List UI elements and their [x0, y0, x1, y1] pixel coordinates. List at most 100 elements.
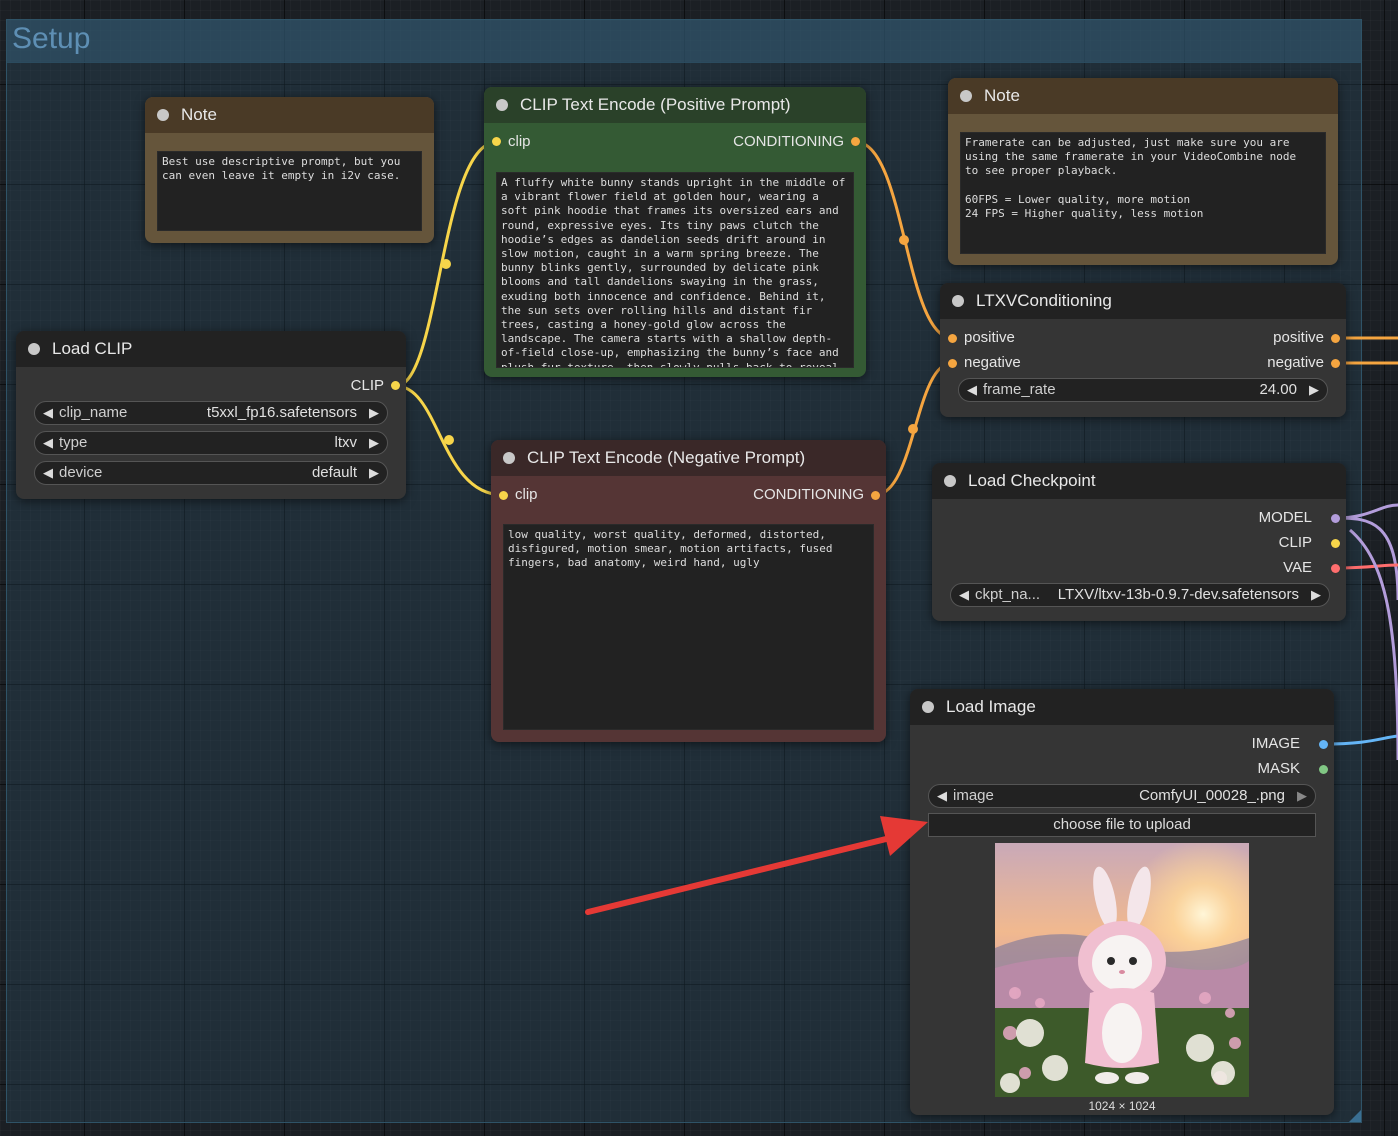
clip-output-dot[interactable]: [1331, 539, 1340, 548]
left-arrow-icon[interactable]: ◀: [43, 462, 53, 484]
node-title: Load CLIP: [52, 339, 133, 358]
right-arrow-icon[interactable]: ▶: [369, 402, 379, 424]
image-output-dot[interactable]: [1319, 740, 1328, 749]
right-arrow-icon[interactable]: ▶: [1311, 584, 1321, 606]
clip-text-encode-positive-node[interactable]: CLIP Text Encode (Positive Prompt) clip …: [484, 87, 866, 377]
collapse-dot[interactable]: [944, 475, 956, 487]
node-title-bar[interactable]: Load Image: [910, 689, 1334, 725]
model-output-dot[interactable]: [1331, 514, 1340, 523]
mask-output-dot[interactable]: [1319, 765, 1328, 774]
image-size-caption: 1024 × 1024: [1088, 1099, 1156, 1113]
group-resize-handle[interactable]: [1349, 1110, 1361, 1122]
node-title-bar[interactable]: Load Checkpoint: [932, 463, 1346, 499]
output-slot-image[interactable]: IMAGE: [1252, 733, 1300, 755]
clip-input-dot[interactable]: [499, 491, 508, 500]
left-arrow-icon[interactable]: ◀: [959, 584, 969, 606]
collapse-dot[interactable]: [496, 99, 508, 111]
widget-label: ckpt_na...: [975, 586, 1041, 603]
node-title-bar[interactable]: CLIP Text Encode (Positive Prompt): [484, 87, 866, 123]
device-combo[interactable]: ◀ device default ▶: [34, 461, 388, 485]
output-slot-vae[interactable]: VAE: [1283, 557, 1312, 579]
image-preview: [995, 843, 1249, 1097]
input-slot-positive[interactable]: positive: [964, 327, 1015, 349]
node-title: Load Checkpoint: [968, 471, 1096, 490]
node-title: CLIP Text Encode (Negative Prompt): [527, 448, 806, 467]
red-arrow-annotation: [585, 816, 928, 915]
group-title: Setup: [12, 22, 91, 55]
upload-button[interactable]: choose file to upload: [928, 813, 1316, 837]
note-text[interactable]: Best use descriptive prompt, but you can…: [157, 151, 422, 231]
output-slot-conditioning[interactable]: CONDITIONING: [753, 484, 864, 506]
node-title-bar[interactable]: Load CLIP: [16, 331, 406, 367]
clip-output-dot[interactable]: [391, 381, 400, 390]
collapse-dot[interactable]: [952, 295, 964, 307]
conditioning-output-dot[interactable]: [871, 491, 880, 500]
slot-label: negative: [964, 354, 1021, 371]
ltxv-conditioning-node[interactable]: LTXVConditioning positive negative posit…: [940, 283, 1346, 417]
slot-label: clip: [508, 133, 531, 150]
output-slot-clip[interactable]: CLIP: [351, 375, 384, 397]
ckpt-name-combo[interactable]: ◀ ckpt_na... LTXV/ltxv-13b-0.9.7-dev.saf…: [950, 583, 1330, 607]
output-slot-model[interactable]: MODEL: [1259, 507, 1312, 529]
collapse-dot[interactable]: [922, 701, 934, 713]
node-title: LTXVConditioning: [976, 291, 1112, 310]
slot-label: MODEL: [1258, 509, 1312, 526]
note-node-right[interactable]: Note Framerate can be adjusted, just mak…: [948, 78, 1338, 265]
load-checkpoint-node[interactable]: Load Checkpoint MODEL CLIP VAE ◀ ckpt_na…: [932, 463, 1346, 621]
note-text[interactable]: Framerate can be adjusted, just make sur…: [960, 132, 1326, 254]
node-title-bar[interactable]: Note: [948, 78, 1338, 114]
prompt-textarea[interactable]: A fluffy white bunny stands upright in t…: [496, 172, 854, 368]
conditioning-output-dot[interactable]: [851, 137, 860, 146]
output-slot-conditioning[interactable]: CONDITIONING: [733, 131, 844, 153]
clip-text-encode-negative-node[interactable]: CLIP Text Encode (Negative Prompt) clip …: [491, 440, 886, 742]
left-arrow-icon[interactable]: ◀: [43, 402, 53, 424]
widget-value: t5xxl_fp16.safetensors: [206, 404, 357, 421]
widget-value: LTXV/ltxv-13b-0.9.7-dev.safetensors: [1057, 586, 1299, 603]
collapse-dot[interactable]: [503, 452, 515, 464]
right-arrow-icon[interactable]: ▶: [1297, 785, 1307, 807]
widget-value: default: [311, 464, 357, 481]
input-slot-clip[interactable]: clip: [515, 484, 538, 506]
group-header[interactable]: [7, 20, 1361, 63]
output-slot-mask[interactable]: MASK: [1257, 758, 1300, 780]
prompt-textarea[interactable]: low quality, worst quality, deformed, di…: [503, 524, 874, 730]
node-title-bar[interactable]: Note: [145, 97, 434, 133]
negative-input-dot[interactable]: [948, 359, 957, 368]
right-arrow-icon[interactable]: ▶: [369, 462, 379, 484]
clip-name-combo[interactable]: ◀ clip_name t5xxl_fp16.safetensors ▶: [34, 401, 388, 425]
widget-label: device: [59, 464, 103, 481]
positive-output-dot[interactable]: [1331, 334, 1340, 343]
slot-label: MASK: [1257, 760, 1300, 777]
type-combo[interactable]: ◀ type ltxv ▶: [34, 431, 388, 455]
slot-label: VAE: [1283, 559, 1312, 576]
widget-value: ltxv: [334, 434, 358, 451]
right-arrow-icon[interactable]: ▶: [369, 432, 379, 454]
widget-value: 24.00: [1259, 381, 1297, 398]
collapse-dot[interactable]: [28, 343, 40, 355]
decrement-arrow-icon[interactable]: ◀: [967, 379, 977, 401]
collapse-dot[interactable]: [960, 90, 972, 102]
clip-input-dot[interactable]: [492, 137, 501, 146]
bunny-preview-image: [995, 843, 1249, 1097]
frame-rate-number[interactable]: ◀ frame_rate 24.00 ▶: [958, 378, 1328, 402]
collapse-dot[interactable]: [157, 109, 169, 121]
node-title: Note: [984, 86, 1020, 105]
output-slot-negative[interactable]: negative: [1267, 352, 1324, 374]
left-arrow-icon[interactable]: ◀: [43, 432, 53, 454]
output-slot-clip[interactable]: CLIP: [1279, 532, 1312, 554]
positive-input-dot[interactable]: [948, 334, 957, 343]
input-slot-negative[interactable]: negative: [964, 352, 1021, 374]
left-arrow-icon[interactable]: ◀: [937, 785, 947, 807]
slot-label: IMAGE: [1251, 735, 1300, 752]
image-combo[interactable]: ◀ image ComfyUI_00028_.png ▶: [928, 784, 1316, 808]
increment-arrow-icon[interactable]: ▶: [1309, 379, 1319, 401]
load-image-node[interactable]: Load Image IMAGE MASK ◀ image ComfyUI_00…: [910, 689, 1334, 1115]
note-node-left[interactable]: Note Best use descriptive prompt, but yo…: [145, 97, 434, 243]
output-slot-positive[interactable]: positive: [1273, 327, 1324, 349]
node-title-bar[interactable]: CLIP Text Encode (Negative Prompt): [491, 440, 886, 476]
input-slot-clip[interactable]: clip: [508, 131, 531, 153]
negative-output-dot[interactable]: [1331, 359, 1340, 368]
load-clip-node[interactable]: Load CLIP CLIP ◀ clip_name t5xxl_fp16.sa…: [16, 331, 406, 499]
node-title-bar[interactable]: LTXVConditioning: [940, 283, 1346, 319]
vae-output-dot[interactable]: [1331, 564, 1340, 573]
